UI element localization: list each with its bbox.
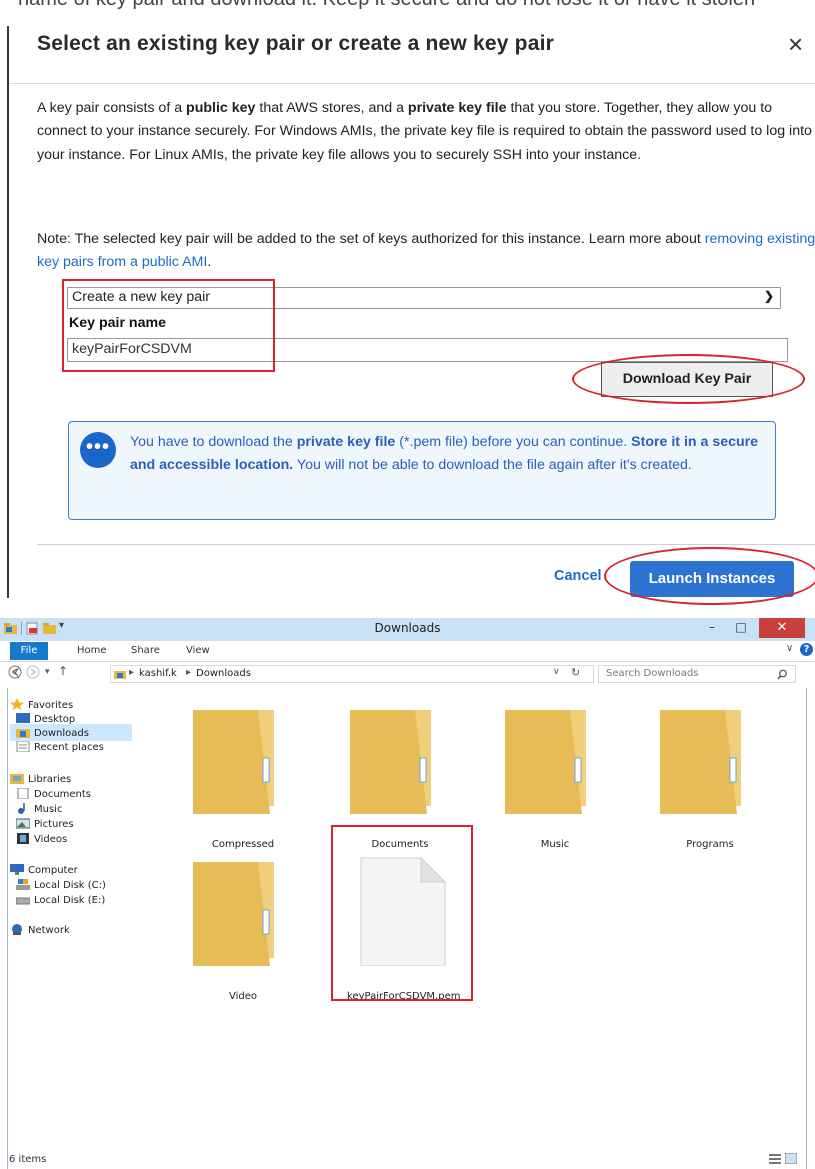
nav-desktop[interactable]: Desktop — [16, 713, 75, 725]
chat-bubble-icon: ••• — [80, 432, 116, 468]
nav-documents[interactable]: Documents — [16, 787, 91, 800]
folder-music[interactable]: Music — [500, 702, 610, 850]
annotation-ellipse-download — [572, 354, 805, 404]
maximize-icon[interactable]: □ — [728, 620, 754, 634]
nav-pictures[interactable]: Pictures — [15, 818, 74, 830]
tab-home[interactable]: Home — [77, 645, 107, 656]
videos-icon — [16, 833, 30, 844]
nav-music[interactable]: Music — [16, 803, 62, 815]
star-icon — [10, 698, 24, 710]
search-input[interactable]: Search Downloads — [598, 665, 796, 683]
network-icon — [10, 924, 24, 935]
desktop-icon — [16, 713, 30, 724]
libraries-icon — [10, 773, 24, 784]
music-icon — [16, 803, 30, 814]
close-icon[interactable]: × — [788, 30, 803, 58]
item-label: Compressed — [211, 839, 275, 850]
folder-icon — [193, 862, 274, 966]
drive-icon — [15, 894, 31, 905]
modal-title: Select an existing key pair or create a … — [37, 32, 554, 55]
refresh-icon[interactable]: ↻ — [571, 666, 580, 679]
recent-places-icon — [16, 740, 30, 753]
address-dropdown-icon[interactable]: ∨ — [553, 667, 560, 677]
nav-videos[interactable]: Videos — [16, 833, 67, 845]
intro-paragraph: A key pair consists of a public key that… — [37, 100, 812, 163]
annotation-box-keypair — [62, 279, 275, 372]
note-paragraph: Note: The selected key pair will be adde… — [37, 231, 815, 271]
folder-icon — [505, 710, 586, 814]
chevron-down-icon: ❯ — [763, 289, 774, 303]
back-icon-circle[interactable] — [8, 665, 22, 679]
item-label: Music — [540, 839, 570, 850]
nav-local-disk-e[interactable]: Local Disk (E:) — [15, 894, 105, 906]
annotation-box-pem — [331, 825, 473, 1001]
nav-favorites[interactable]: Favorites — [10, 698, 73, 711]
folder-icon — [350, 710, 431, 814]
modal-left-border — [7, 26, 9, 598]
pictures-icon — [15, 818, 31, 829]
window-title: Downloads — [374, 621, 441, 635]
documents-icon — [16, 787, 30, 800]
nav-downloads[interactable]: Downloads — [16, 727, 89, 739]
title-divider — [9, 83, 815, 84]
status-bar: 6 items — [0, 1148, 815, 1169]
ribbon-tabs: File Home Share View ∨ ? — [0, 641, 815, 662]
navigation-pane: Favorites Desktop Downloads Recent place… — [0, 694, 180, 1134]
cancel-button[interactable]: Cancel — [554, 568, 602, 584]
info-alert-text: You have to download the private key fil… — [130, 434, 759, 473]
close-window-icon[interactable]: ✕ — [759, 618, 805, 638]
expand-ribbon-icon[interactable]: ∨ — [786, 643, 793, 654]
details-view-icon[interactable] — [769, 1153, 781, 1164]
address-row: 〈 ▾ ↑ ▸ kashif.k ▸ Downloads ∨ ↻ Search … — [0, 662, 815, 688]
nav-recent-places[interactable]: Recent places — [16, 740, 104, 753]
item-label: Programs — [686, 839, 734, 850]
folder-documents[interactable]: Documents — [345, 702, 455, 850]
folder-video[interactable]: Video — [188, 854, 298, 1002]
recent-locations-icon[interactable]: ▾ — [45, 667, 50, 677]
nav-libraries[interactable]: Libraries — [10, 773, 71, 785]
cropped-caption-text: name of key pair and download it. Keep i… — [0, 0, 815, 14]
downloads-folder-icon — [16, 727, 30, 738]
item-count: 6 items — [9, 1154, 47, 1165]
tab-file[interactable]: File — [10, 642, 48, 660]
item-label: Video — [228, 991, 258, 1002]
explorer-window: ▾ Downloads – □ ✕ File Home Share View ∨… — [0, 618, 815, 1169]
breadcrumb-separator: ▸ — [186, 667, 192, 678]
window-frame-right — [806, 618, 807, 1169]
title-bar: ▾ Downloads – □ ✕ — [0, 618, 815, 641]
nav-local-disk-c[interactable]: Local Disk (C:) — [16, 879, 106, 891]
folder-icon — [193, 710, 274, 814]
help-icon[interactable]: ? — [800, 643, 813, 656]
up-icon[interactable]: ↑ — [58, 664, 68, 678]
search-icon[interactable] — [777, 669, 788, 680]
large-icons-view-icon[interactable] — [785, 1153, 797, 1164]
folder-compressed[interactable]: Compressed — [188, 702, 298, 850]
minimize-icon[interactable]: – — [699, 620, 725, 634]
tab-share[interactable]: Share — [131, 645, 160, 656]
computer-icon — [10, 864, 24, 875]
nav-computer[interactable]: Computer — [10, 864, 78, 876]
address-bar[interactable]: ▸ kashif.k ▸ Downloads ∨ ↻ — [110, 665, 594, 683]
breadcrumb-user[interactable]: kashif.k — [139, 668, 177, 679]
nav-network[interactable]: Network — [10, 924, 70, 936]
folder-icon — [114, 671, 126, 679]
annotation-ellipse-launch — [604, 547, 815, 605]
search-placeholder: Search Downloads — [606, 668, 699, 679]
breadcrumb-downloads[interactable]: Downloads — [196, 668, 251, 679]
footer-divider — [37, 544, 815, 545]
system-drive-icon — [16, 879, 30, 890]
folder-icon — [660, 710, 741, 814]
forward-icon[interactable] — [26, 665, 40, 679]
folder-programs[interactable]: Programs — [655, 702, 765, 850]
breadcrumb-separator: ▸ — [129, 667, 135, 678]
tab-view[interactable]: View — [186, 645, 210, 656]
